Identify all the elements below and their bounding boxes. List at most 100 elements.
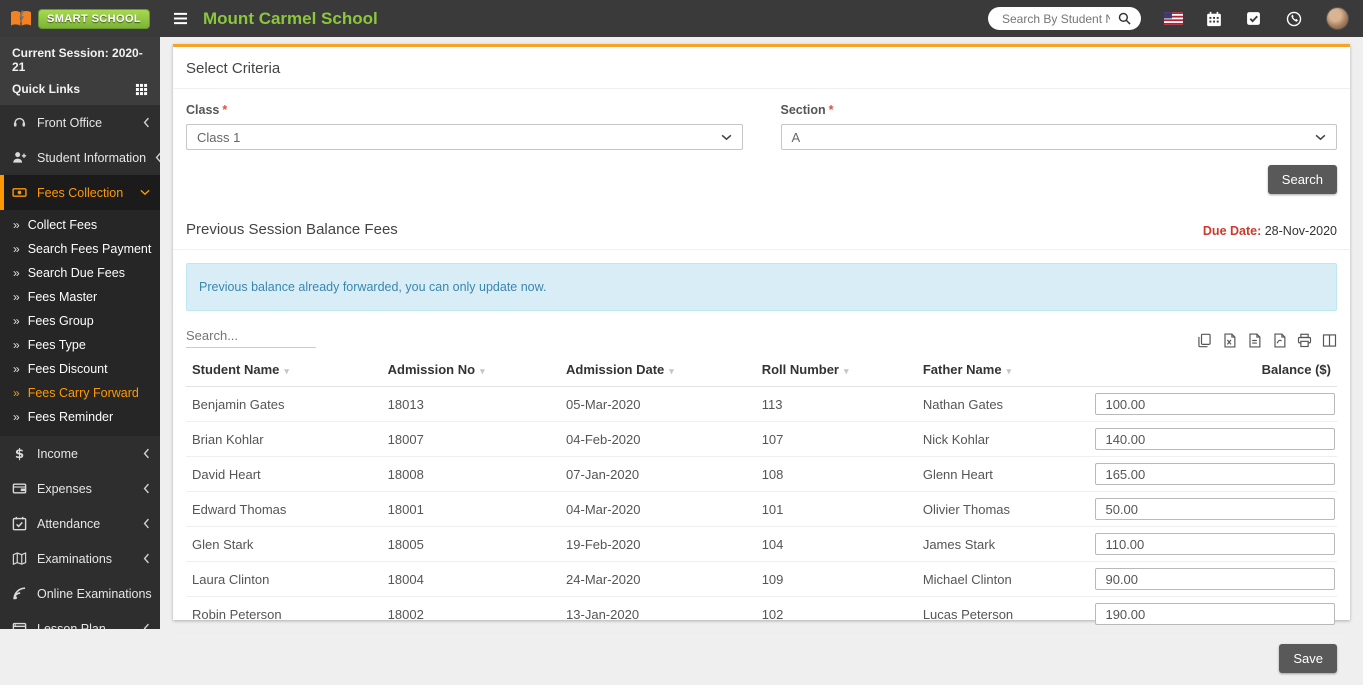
table-toolbar <box>186 325 1337 348</box>
sidebar-item-examinations[interactable]: Examinations <box>0 541 160 576</box>
column-header-label: Admission Date <box>566 362 665 377</box>
balance-fees-title: Previous Session Balance Fees <box>186 221 398 238</box>
sidebar-subitem-fees-reminder[interactable]: » Fees Reminder <box>0 405 160 429</box>
sidebar-item-fees-collection[interactable]: Fees Collection <box>0 175 160 210</box>
copy-icon[interactable] <box>1197 333 1212 348</box>
sidebar-item-label: Online Examinations <box>37 586 152 601</box>
save-button[interactable]: Save <box>1279 644 1337 673</box>
sidebar-item-attendance[interactable]: Attendance <box>0 506 160 541</box>
sidebar-item-expenses[interactable]: Expenses <box>0 471 160 506</box>
balance-input[interactable] <box>1095 603 1335 625</box>
chevron-left-icon <box>143 117 150 128</box>
balance-input[interactable] <box>1095 428 1335 450</box>
column-header-label: Roll Number <box>761 362 839 377</box>
sidebar-item-label: Fees Collection <box>37 185 124 200</box>
cell-father-name: Nick Kohlar <box>916 421 1090 457</box>
double-angle-right-icon: » <box>13 410 20 424</box>
sidebar-subitem-label: Fees Master <box>27 290 98 304</box>
section-field: Section * A <box>780 103 1337 150</box>
column-header-roll-number[interactable]: Roll Number ▾ <box>755 353 917 387</box>
sidebar-subitem-fees-carry-forward[interactable]: » Fees Carry Forward <box>0 381 160 405</box>
sidebar-subitem-fees-master[interactable]: » Fees Master <box>0 285 160 309</box>
sidebar-subitem-fees-type[interactable]: » Fees Type <box>0 333 160 357</box>
quick-links[interactable]: Quick Links <box>12 82 148 96</box>
table-search-input[interactable] <box>186 325 316 348</box>
balance-input[interactable] <box>1095 463 1335 485</box>
svg-text:$: $ <box>15 447 24 461</box>
balance-input[interactable] <box>1095 568 1335 590</box>
sidebar-subitem-label: Fees Reminder <box>27 410 114 424</box>
double-angle-right-icon: » <box>13 314 20 328</box>
sort-icon: ▾ <box>284 366 289 376</box>
app-logo[interactable]: SMART SCHOOL <box>0 8 160 29</box>
sidebar-item-label: Expenses <box>37 481 92 496</box>
cell-father-name: Glenn Heart <box>916 456 1090 492</box>
sidebar-item-student-information[interactable]: Student Information <box>0 140 160 175</box>
session-box: Current Session: 2020-21 Quick Links <box>0 37 160 105</box>
csv-export-icon[interactable] <box>1247 333 1262 348</box>
sidebar-item-label: Student Information <box>37 150 147 165</box>
columns-icon[interactable] <box>1322 333 1337 348</box>
balance-input[interactable] <box>1095 498 1335 520</box>
search-icon[interactable] <box>1118 12 1131 25</box>
column-header-admission-date[interactable]: Admission Date ▾ <box>560 353 756 387</box>
cell-balance <box>1089 561 1337 597</box>
double-angle-right-icon: » <box>13 242 20 256</box>
double-angle-right-icon: » <box>13 266 20 280</box>
sidebar-subitem-search-due-fees[interactable]: » Search Due Fees <box>0 261 160 285</box>
class-label: Class * <box>186 103 228 117</box>
sidebar-item-lesson-plan[interactable]: Lesson Plan <box>0 611 160 629</box>
column-header-father-name[interactable]: Father Name ▾ <box>916 353 1090 387</box>
cell-roll-number: 107 <box>755 421 917 457</box>
sidebar-item-front-office[interactable]: Front Office <box>0 105 160 140</box>
school-name-title: Mount Carmel School <box>203 8 378 28</box>
column-header-student-name[interactable]: Student Name ▾ <box>186 353 382 387</box>
print-icon[interactable] <box>1297 333 1312 348</box>
chat-icon[interactable] <box>1286 11 1303 27</box>
section-select[interactable]: A <box>780 124 1337 150</box>
column-header-label: Father Name <box>922 362 1002 377</box>
excel-export-icon[interactable] <box>1222 333 1237 348</box>
chevron-left-icon <box>143 448 150 459</box>
sidebar: Current Session: 2020-21 Quick Links Fro… <box>0 37 160 629</box>
sidebar-item-label: Income <box>37 446 78 461</box>
sidebar-toggle-button[interactable] <box>173 12 188 25</box>
content-card: Select Criteria Class * Class 1 Section * <box>173 44 1350 673</box>
sidebar-item-online-examinations[interactable]: Online Examinations <box>0 576 160 611</box>
class-select[interactable]: Class 1 <box>186 124 743 150</box>
expenses-icon <box>12 481 28 496</box>
double-angle-right-icon: » <box>13 386 20 400</box>
double-angle-right-icon: » <box>13 338 20 352</box>
balance-input[interactable] <box>1095 393 1335 415</box>
search-button[interactable]: Search <box>1267 165 1337 194</box>
cell-admission-no: 18007 <box>381 421 561 457</box>
top-navbar: SMART SCHOOL Mount Carmel School <box>0 0 1363 37</box>
balance-input[interactable] <box>1095 533 1335 555</box>
sidebar-subitem-fees-discount[interactable]: » Fees Discount <box>0 357 160 381</box>
chevron-left-icon <box>143 483 150 494</box>
cell-student-name: Laura Clinton <box>186 561 382 597</box>
sidebar-subitem-fees-group[interactable]: » Fees Group <box>0 309 160 333</box>
student-search-input[interactable] <box>1000 10 1112 27</box>
grid-icon <box>135 83 148 96</box>
calendar-icon[interactable] <box>1206 11 1223 27</box>
column-header-admission-no[interactable]: Admission No ▾ <box>381 353 561 387</box>
section-select-value: A <box>791 129 801 145</box>
sidebar-subitem-search-fees-payment[interactable]: » Search Fees Payment <box>0 237 160 261</box>
sort-icon: ▾ <box>844 366 849 376</box>
table-row: Edward Thomas 18001 04-Mar-2020 101 Olivier … <box>186 491 1337 527</box>
chevron-down-icon <box>140 189 150 196</box>
tasks-icon[interactable] <box>1246 11 1263 26</box>
sidebar-item-income[interactable]: $ Income <box>0 436 160 471</box>
avatar[interactable] <box>1326 7 1349 30</box>
pdf-export-icon[interactable] <box>1272 333 1287 348</box>
sidebar-subitem-label: Fees Carry Forward <box>27 386 139 400</box>
online-examinations-icon <box>12 586 28 601</box>
cell-roll-number: 113 <box>755 386 917 422</box>
sidebar-subitem-collect-fees[interactable]: » Collect Fees <box>0 213 160 237</box>
us-flag-icon[interactable] <box>1164 12 1183 25</box>
class-select-value: Class 1 <box>197 129 241 145</box>
cell-admission-no: 18013 <box>381 386 561 422</box>
current-session-label: Current Session: 2020-21 <box>12 46 143 74</box>
cell-roll-number: 104 <box>755 526 917 562</box>
